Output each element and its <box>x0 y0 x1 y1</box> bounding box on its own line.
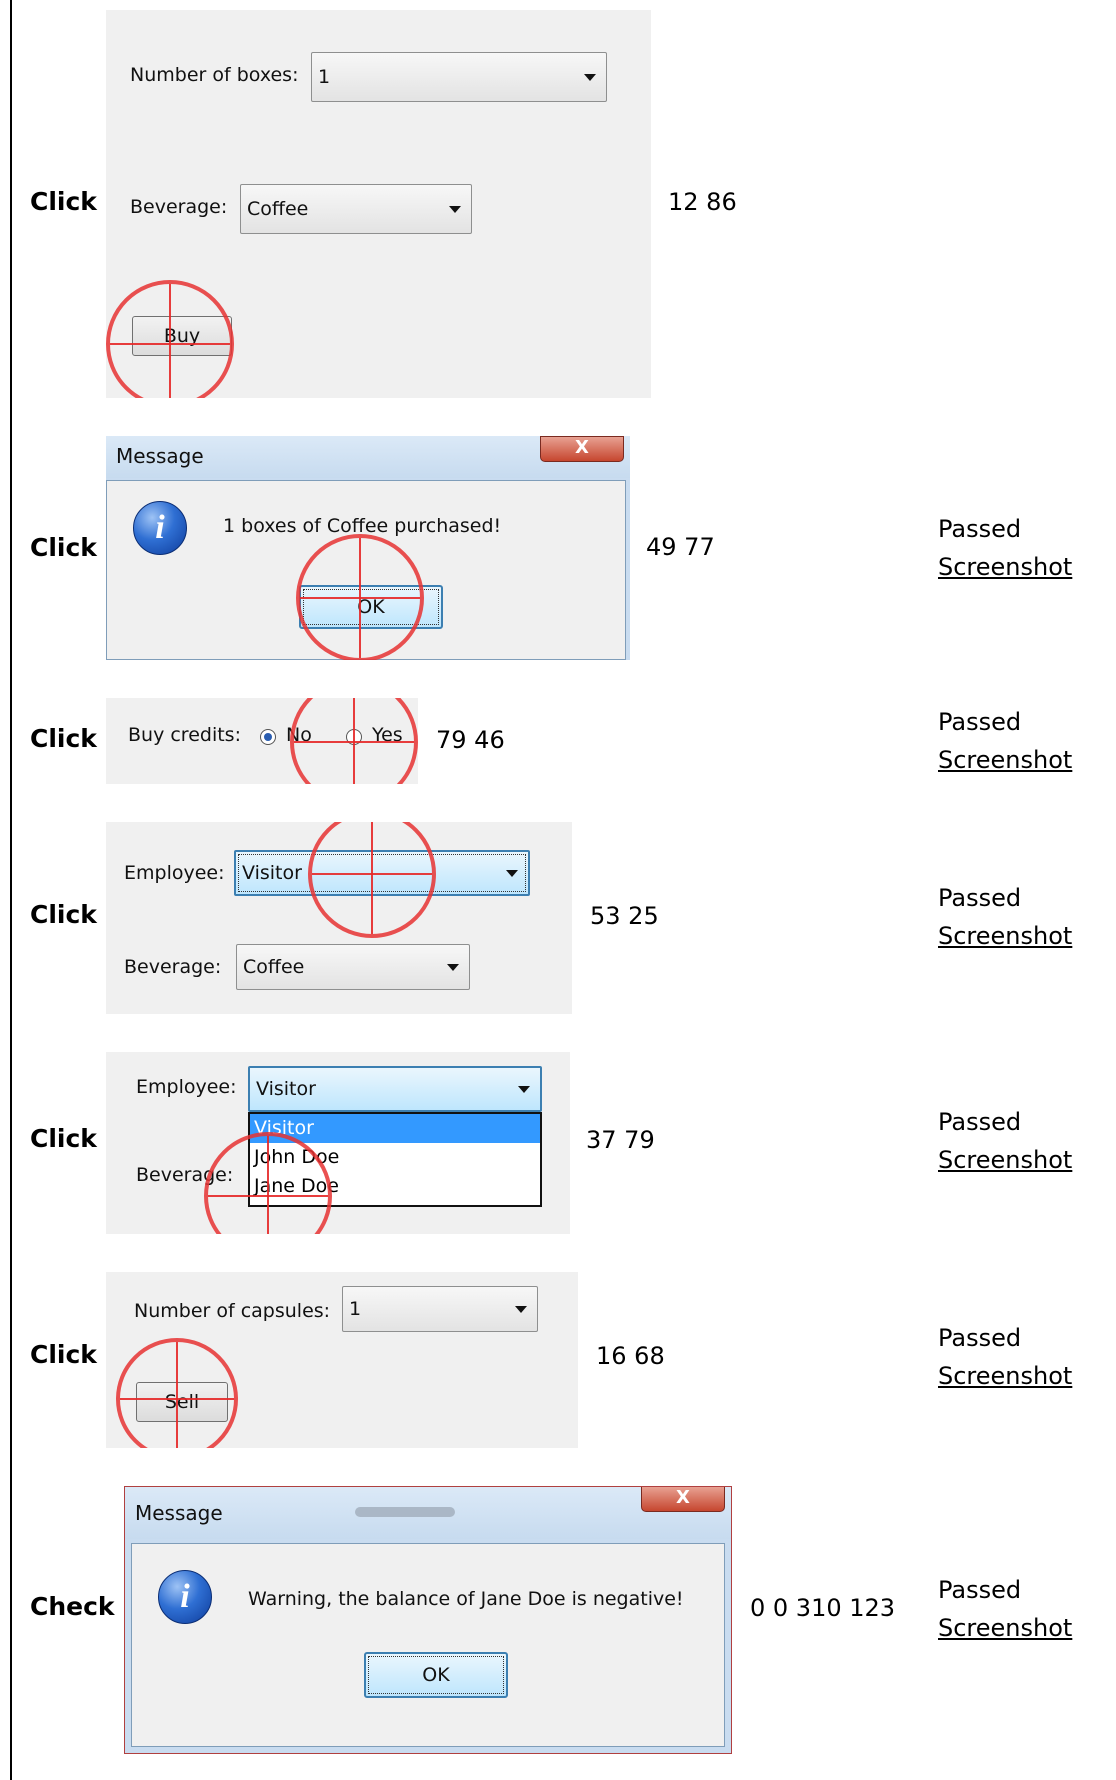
step-screenshot: Message X i 1 boxes of Coffee purchased!… <box>106 436 630 660</box>
status-cell: Passed Screenshot <box>938 879 1072 955</box>
coords-value: 16 68 <box>596 1342 665 1370</box>
dropdown-option[interactable]: Visitor <box>250 1114 540 1143</box>
chevron-down-icon <box>584 74 596 81</box>
employee-value: Visitor <box>242 862 302 884</box>
dialog-title: Message <box>135 1501 223 1525</box>
coords-value: 0 0 310 123 <box>750 1594 896 1622</box>
status-cell: Passed Screenshot <box>938 510 1072 586</box>
dialog-body: i Warning, the balance of Jane Doe is ne… <box>131 1543 725 1747</box>
chevron-down-icon <box>515 1306 527 1313</box>
step-screenshot: Message X i Warning, the balance of Jane… <box>124 1486 732 1754</box>
employee-dropdown-list: Visitor John Doe Jane Doe <box>248 1112 542 1207</box>
employee-value: Visitor <box>256 1078 316 1100</box>
beverage-combo[interactable]: Coffee <box>240 184 472 234</box>
status-cell: Passed Screenshot <box>938 703 1072 779</box>
action-label: Click <box>30 187 97 216</box>
status-cell: Passed Screenshot <box>938 1103 1072 1179</box>
coords-value: 53 25 <box>590 902 659 930</box>
employee-combo[interactable]: Visitor <box>234 850 530 896</box>
dialog-message: 1 boxes of Coffee purchased! <box>223 515 502 537</box>
dialog-message: Warning, the balance of Jane Doe is nega… <box>248 1588 684 1610</box>
sell-button[interactable]: Sell <box>136 1382 228 1422</box>
dropdown-option[interactable]: John Doe <box>250 1143 540 1172</box>
screenshot-link[interactable]: Screenshot <box>938 548 1072 586</box>
beverage-value: Coffee <box>247 198 309 220</box>
status-text: Passed <box>938 515 1022 543</box>
step-screenshot: Employee: Visitor Beverage: Coffee <box>106 822 572 1014</box>
ok-button[interactable]: OK <box>364 1652 508 1698</box>
chevron-down-icon <box>518 1086 530 1093</box>
action-label: Click <box>30 900 97 929</box>
chevron-down-icon <box>449 206 461 213</box>
boxes-combo[interactable]: 1 <box>311 52 607 102</box>
screenshot-link[interactable]: Screenshot <box>938 1609 1072 1647</box>
coords-value: 49 77 <box>646 533 715 561</box>
capsules-combo[interactable]: 1 <box>342 1286 538 1332</box>
action-label: Check <box>30 1592 115 1621</box>
yes-label: Yes <box>372 724 403 746</box>
buy-button[interactable]: Buy <box>132 316 232 356</box>
employee-combo[interactable]: Visitor <box>248 1066 542 1112</box>
close-icon: X <box>676 1487 690 1508</box>
info-icon: i <box>158 1570 212 1624</box>
capsules-label: Number of capsules: <box>134 1300 331 1322</box>
beverage-value: Coffee <box>243 956 305 978</box>
dropdown-option[interactable]: Jane Doe <box>250 1172 540 1201</box>
yes-radio[interactable] <box>346 729 362 745</box>
beverage-label: Beverage: <box>136 1164 234 1186</box>
step-screenshot: Buy credits: No Yes <box>106 698 418 784</box>
beverage-label: Beverage: <box>124 956 222 978</box>
beverage-label: Beverage: <box>130 196 228 218</box>
info-icon: i <box>133 501 187 555</box>
boxes-label: Number of boxes: <box>130 64 299 86</box>
coords-value: 37 79 <box>586 1126 655 1154</box>
step-screenshot: Employee: Visitor Beverage: Visitor John… <box>106 1052 570 1234</box>
dialog-titlebar: Message X <box>106 436 630 478</box>
screenshot-link[interactable]: Screenshot <box>938 917 1072 955</box>
status-text: Passed <box>938 1108 1022 1136</box>
status-text: Passed <box>938 708 1022 736</box>
capsules-value: 1 <box>349 1298 362 1320</box>
chevron-down-icon <box>447 964 459 971</box>
dialog-body: i 1 boxes of Coffee purchased! OK <box>106 480 626 660</box>
dialog-title: Message <box>116 444 204 468</box>
status-text: Passed <box>938 884 1022 912</box>
action-label: Click <box>30 533 97 562</box>
credits-label: Buy credits: <box>128 724 241 746</box>
boxes-value: 1 <box>318 66 331 88</box>
no-label: No <box>286 724 312 746</box>
status-cell: Passed Screenshot <box>938 1571 1072 1647</box>
step-screenshot: Number of boxes: 1 Beverage: Coffee Buy <box>106 10 651 398</box>
screenshot-link[interactable]: Screenshot <box>938 1141 1072 1179</box>
table-left-border <box>10 0 12 1780</box>
close-icon: X <box>575 437 589 458</box>
no-radio[interactable] <box>260 729 276 745</box>
screenshot-link[interactable]: Screenshot <box>938 741 1072 779</box>
close-button[interactable]: X <box>641 1487 725 1512</box>
blurred-app-name <box>355 1507 455 1517</box>
action-label: Click <box>30 1340 97 1369</box>
action-label: Click <box>30 724 97 753</box>
status-cell: Passed Screenshot <box>938 1319 1072 1395</box>
dialog-titlebar: Message X <box>125 1487 731 1539</box>
screenshot-link[interactable]: Screenshot <box>938 1357 1072 1395</box>
step-screenshot: Number of capsules: 1 Sell <box>106 1272 578 1448</box>
coords-value: 12 86 <box>668 188 737 216</box>
close-button[interactable]: X <box>540 436 624 462</box>
employee-label: Employee: <box>136 1076 237 1098</box>
ok-button[interactable]: OK <box>299 585 443 629</box>
chevron-down-icon <box>506 870 518 877</box>
status-text: Passed <box>938 1324 1022 1352</box>
employee-label: Employee: <box>124 862 225 884</box>
action-label: Click <box>30 1124 97 1153</box>
status-text: Passed <box>938 1576 1022 1604</box>
coords-value: 79 46 <box>436 726 505 754</box>
beverage-combo[interactable]: Coffee <box>236 944 470 990</box>
